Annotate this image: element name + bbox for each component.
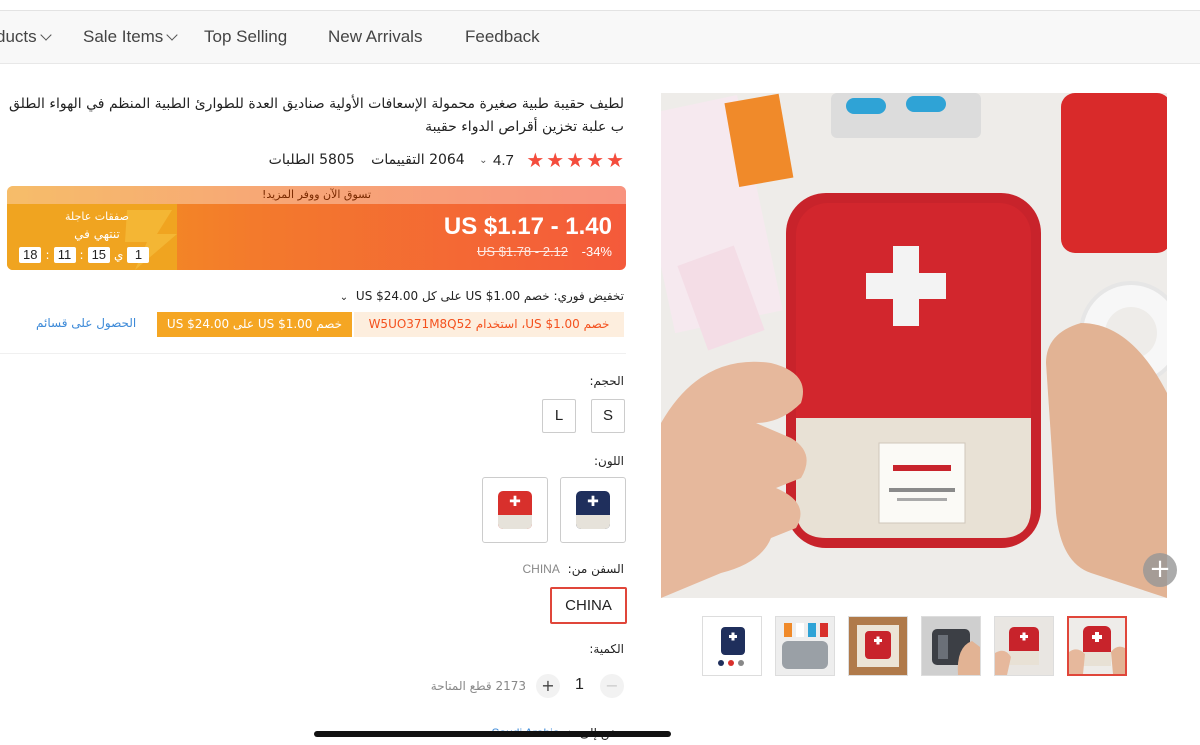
main-product-image[interactable] <box>661 93 1167 598</box>
home-indicator[interactable] <box>314 731 671 737</box>
quantity-label: الكمية: <box>589 642 624 656</box>
category-nav: ducts Sale Items Top Selling New Arrival… <box>0 11 1200 64</box>
current-price: US $1.17 - 1.40 <box>443 213 612 240</box>
color-label: اللون: <box>593 454 624 468</box>
chevron-down-icon: ⌄ <box>339 292 349 303</box>
coupon-code[interactable]: خصم US $1.00، استخدام W5UO371M8Q52 <box>354 312 624 337</box>
get-coupons-link[interactable]: الحصول على قسائم <box>36 316 136 330</box>
thumbnail-navy-pouch[interactable] <box>702 616 762 676</box>
product-title: لطيف حقيبة طبية صغيرة محمولة الإسعافات ا… <box>4 93 624 139</box>
color-option-navy[interactable]: ✚ <box>560 477 626 543</box>
size-option-s[interactable]: S <box>591 399 625 433</box>
store-coupon[interactable]: خصم US $1.00 على US $24.00 <box>157 312 352 337</box>
star-icon: ★ <box>586 148 605 172</box>
original-price: US $1.78 - 2.12 <box>476 244 569 259</box>
thumbnail-open-pouch[interactable] <box>775 616 835 676</box>
cross-icon: ✚ <box>509 494 521 511</box>
size-label: الحجم: <box>589 374 624 388</box>
star-icon: ★ <box>526 148 545 172</box>
orders-count: 5805 الطلبات <box>268 152 355 168</box>
quantity-increase-button[interactable]: + <box>536 674 560 698</box>
flash-deal-title: صفقات عاجلة <box>65 210 129 223</box>
instant-discount[interactable]: تخفيض فوري: خصم US $1.00 على كل US $24.0… <box>340 289 624 303</box>
thumbnail-hand-opening-pouch[interactable] <box>921 616 981 676</box>
top-bar <box>0 0 1200 11</box>
star-icon: ★ <box>606 148 624 172</box>
reviews-count[interactable]: 2064 التقييمات <box>371 152 465 168</box>
available-quantity: 2173 قطع المتاحة <box>430 679 526 693</box>
product-title-line: لطيف حقيبة طبية صغيرة محمولة الإسعافات ا… <box>4 96 624 112</box>
star-icon: ★ <box>566 148 585 172</box>
quantity-value[interactable]: 1 <box>575 676 584 694</box>
cross-icon: ✚ <box>587 494 599 511</box>
nav-item-feedback[interactable]: Feedback <box>465 27 540 47</box>
thumbnail-red-pouch-table[interactable] <box>994 616 1054 676</box>
nav-item-new-arrivals[interactable]: New Arrivals <box>328 27 422 47</box>
countdown-timer: 18 : 11 : 15 ي 1 <box>19 246 150 264</box>
divider <box>0 353 626 354</box>
thumbnail-pouch-in-box[interactable] <box>848 616 908 676</box>
discount-percent: -34% <box>581 244 612 259</box>
navy-pouch-thumbnail: ✚ <box>576 491 610 529</box>
ship-from-value: CHINA <box>522 562 560 576</box>
zoom-plus-icon[interactable]: + <box>1143 553 1177 587</box>
chevron-down-icon[interactable]: ⌄ <box>479 155 487 166</box>
timer-seconds: 18 <box>19 247 42 263</box>
chevron-down-icon <box>39 29 52 41</box>
star-rating[interactable]: ★★★★★ <box>520 148 624 172</box>
chevron-down-icon <box>166 29 178 41</box>
timer-minutes: 11 <box>53 247 76 263</box>
price-banner: تسوق الآن ووفر المزيد! صفقات عاجلة تنتهي… <box>7 186 626 270</box>
color-option-red[interactable]: ✚ <box>482 477 548 543</box>
ship-from-label: السفن من: CHINA <box>522 562 625 576</box>
timer-days: 1 <box>127 247 150 263</box>
product-photo <box>661 93 1167 598</box>
nav-item-sale-items[interactable]: Sale Items <box>83 27 178 47</box>
quantity-decrease-button[interactable]: − <box>600 674 624 698</box>
thumbnail-red-pouch-in-hands[interactable] <box>1067 616 1127 676</box>
nav-item-top-selling[interactable]: Top Selling <box>204 27 287 47</box>
timer-separator: : <box>45 248 50 262</box>
timer-hours: 15 <box>87 247 111 263</box>
rating-row: ★★★★★ 4.7 ⌄ 2064 التقييمات 5805 الطلبات <box>268 148 624 172</box>
original-price-row: US $1.78 - 2.12 -34% <box>477 244 612 259</box>
nav-item-products[interactable]: ducts <box>0 27 52 47</box>
ship-from-china-button[interactable]: CHINA <box>550 587 627 624</box>
flash-deal-subtitle: تنتهي في <box>74 227 120 241</box>
rating-value: 4.7 <box>493 151 514 169</box>
product-title-line: ب علبة تخزين أقراص الدواء حقيبة <box>425 119 624 135</box>
red-pouch-thumbnail: ✚ <box>498 491 532 529</box>
star-icon: ★ <box>546 148 565 172</box>
banner-promo-text: تسوق الآن ووفر المزيد! <box>7 186 626 204</box>
timer-separator: : <box>79 248 84 262</box>
timer-day-unit: ي <box>114 248 124 262</box>
size-option-l[interactable]: L <box>542 399 576 433</box>
